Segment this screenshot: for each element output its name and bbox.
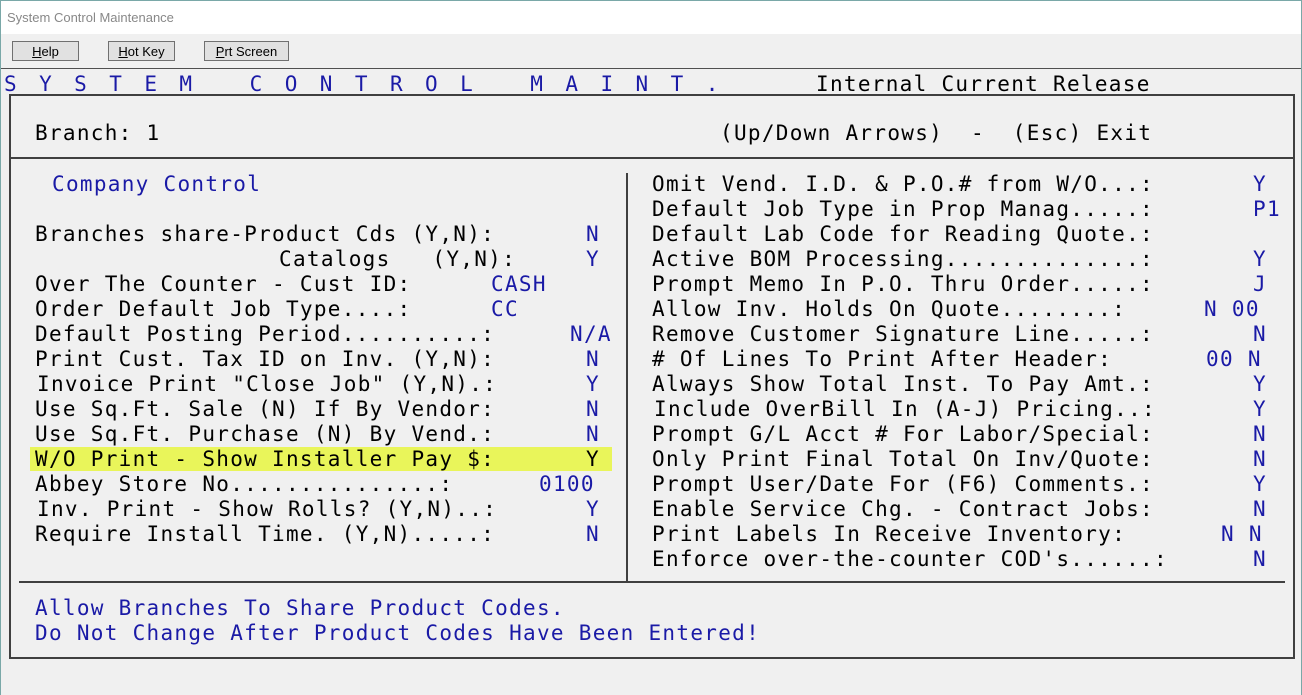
setting-label: Enforce over-the-counter COD's......:: [652, 547, 1168, 571]
setting-label: Prompt User/Date For (F6) Comments.:: [652, 472, 1154, 496]
setting-label: Default Lab Code for Reading Quote.:: [652, 222, 1154, 246]
setting-label: Include OverBill In (A-J) Pricing..:: [654, 397, 1156, 421]
setting-value[interactable]: 00 N: [1206, 347, 1262, 372]
setting-label: Active BOM Processing..............:: [652, 247, 1154, 271]
setting-label: Only Print Final Total On Inv/Quote:: [652, 447, 1154, 471]
setting-value[interactable]: CC: [491, 297, 519, 322]
setting-label: Use Sq.Ft. Purchase (N) By Vend.:: [35, 422, 496, 446]
terminal-screen: S Y S T E M C O N T R O L M A I N T . In…: [1, 68, 1301, 695]
branch-label: Branch: 1: [35, 121, 161, 145]
setting-value[interactable]: N: [1253, 322, 1267, 347]
setting-value[interactable]: N: [1253, 547, 1267, 572]
setting-value[interactable]: N: [586, 397, 600, 422]
setting-label: Prompt G/L Acct # For Labor/Special:: [652, 422, 1154, 446]
setting-label: Allow Inv. Holds On Quote........:: [652, 297, 1127, 321]
header-divider: [9, 157, 1295, 159]
setting-value[interactable]: 0100: [539, 472, 595, 497]
setting-value[interactable]: P1: [1253, 197, 1281, 222]
title-bar: System Control Maintenance: [1, 1, 1301, 34]
setting-label: Inv. Print - Show Rolls? (Y,N)..:: [37, 497, 498, 521]
setting-label-highlighted: W/O Print - Show Installer Pay $:: [35, 447, 496, 471]
setting-label: Abbey Store No...............:: [35, 472, 454, 496]
setting-value[interactable]: N: [1253, 497, 1267, 522]
prt-screen-button[interactable]: Prt Screen: [204, 41, 289, 61]
setting-label: Order Default Job Type....:: [35, 297, 412, 321]
setting-value[interactable]: Y: [1253, 247, 1267, 272]
setting-value[interactable]: N: [1253, 447, 1267, 472]
setting-value-highlighted[interactable]: Y: [586, 447, 600, 472]
setting-label: Use Sq.Ft. Sale (N) If By Vendor:: [35, 397, 496, 421]
hot-key-button[interactable]: Hot Key: [108, 41, 175, 61]
app-window: System Control Maintenance Help Hot Key …: [0, 0, 1302, 695]
setting-label: Enable Service Chg. - Contract Jobs:: [652, 497, 1154, 521]
setting-label: Omit Vend. I.D. & P.O.# from W/O...:: [652, 172, 1154, 196]
section-title: Company Control: [52, 172, 262, 196]
setting-value[interactable]: Y: [1253, 472, 1267, 497]
toolbar: Help Hot Key Prt Screen: [1, 34, 1301, 68]
window-title: System Control Maintenance: [7, 10, 174, 25]
setting-value[interactable]: N: [586, 422, 600, 447]
setting-label: Require Install Time. (Y,N).....:: [35, 522, 496, 546]
setting-label: Remove Customer Signature Line.....:: [652, 322, 1154, 346]
setting-value[interactable]: N: [1253, 422, 1267, 447]
setting-value[interactable]: CASH: [491, 272, 547, 297]
setting-label: Catalogs (Y,N):: [279, 247, 517, 271]
setting-value[interactable]: Y: [586, 372, 600, 397]
setting-label: Print Cust. Tax ID on Inv. (Y,N):: [35, 347, 496, 371]
setting-label: Over The Counter - Cust ID:: [35, 272, 412, 296]
help-button[interactable]: Help: [12, 41, 79, 61]
setting-label: Invoice Print "Close Job" (Y,N).:: [37, 372, 498, 396]
setting-value[interactable]: Y: [586, 247, 600, 272]
setting-label: Default Job Type in Prop Manag.....:: [652, 197, 1154, 221]
setting-value[interactable]: N/A: [570, 322, 612, 347]
help-text-line-1: Allow Branches To Share Product Codes.: [35, 596, 565, 620]
setting-value[interactable]: Y: [1253, 397, 1267, 422]
setting-label: Always Show Total Inst. To Pay Amt.:: [652, 372, 1154, 396]
setting-label: # Of Lines To Print After Header:: [652, 347, 1113, 371]
setting-value[interactable]: Y: [586, 497, 600, 522]
navigation-help: (Up/Down Arrows) - (Esc) Exit: [720, 121, 1153, 145]
setting-label: Branches share-Product Cds (Y,N):: [35, 222, 496, 246]
column-divider: [626, 173, 628, 583]
setting-value[interactable]: Y: [1253, 372, 1267, 397]
setting-label: Prompt Memo In P.O. Thru Order.....:: [652, 272, 1154, 296]
help-text-line-2: Do Not Change After Product Codes Have B…: [35, 621, 761, 645]
setting-label: Print Labels In Receive Inventory:: [652, 522, 1127, 546]
setting-value[interactable]: N: [586, 222, 600, 247]
setting-value[interactable]: N: [586, 522, 600, 547]
setting-value[interactable]: N N: [1221, 522, 1263, 547]
setting-value[interactable]: N: [586, 347, 600, 372]
setting-label: Default Posting Period..........:: [35, 322, 496, 346]
setting-value[interactable]: N 00: [1204, 297, 1260, 322]
setting-value[interactable]: Y: [1253, 172, 1267, 197]
footer-divider: [19, 581, 1285, 583]
setting-value[interactable]: J: [1253, 272, 1267, 297]
